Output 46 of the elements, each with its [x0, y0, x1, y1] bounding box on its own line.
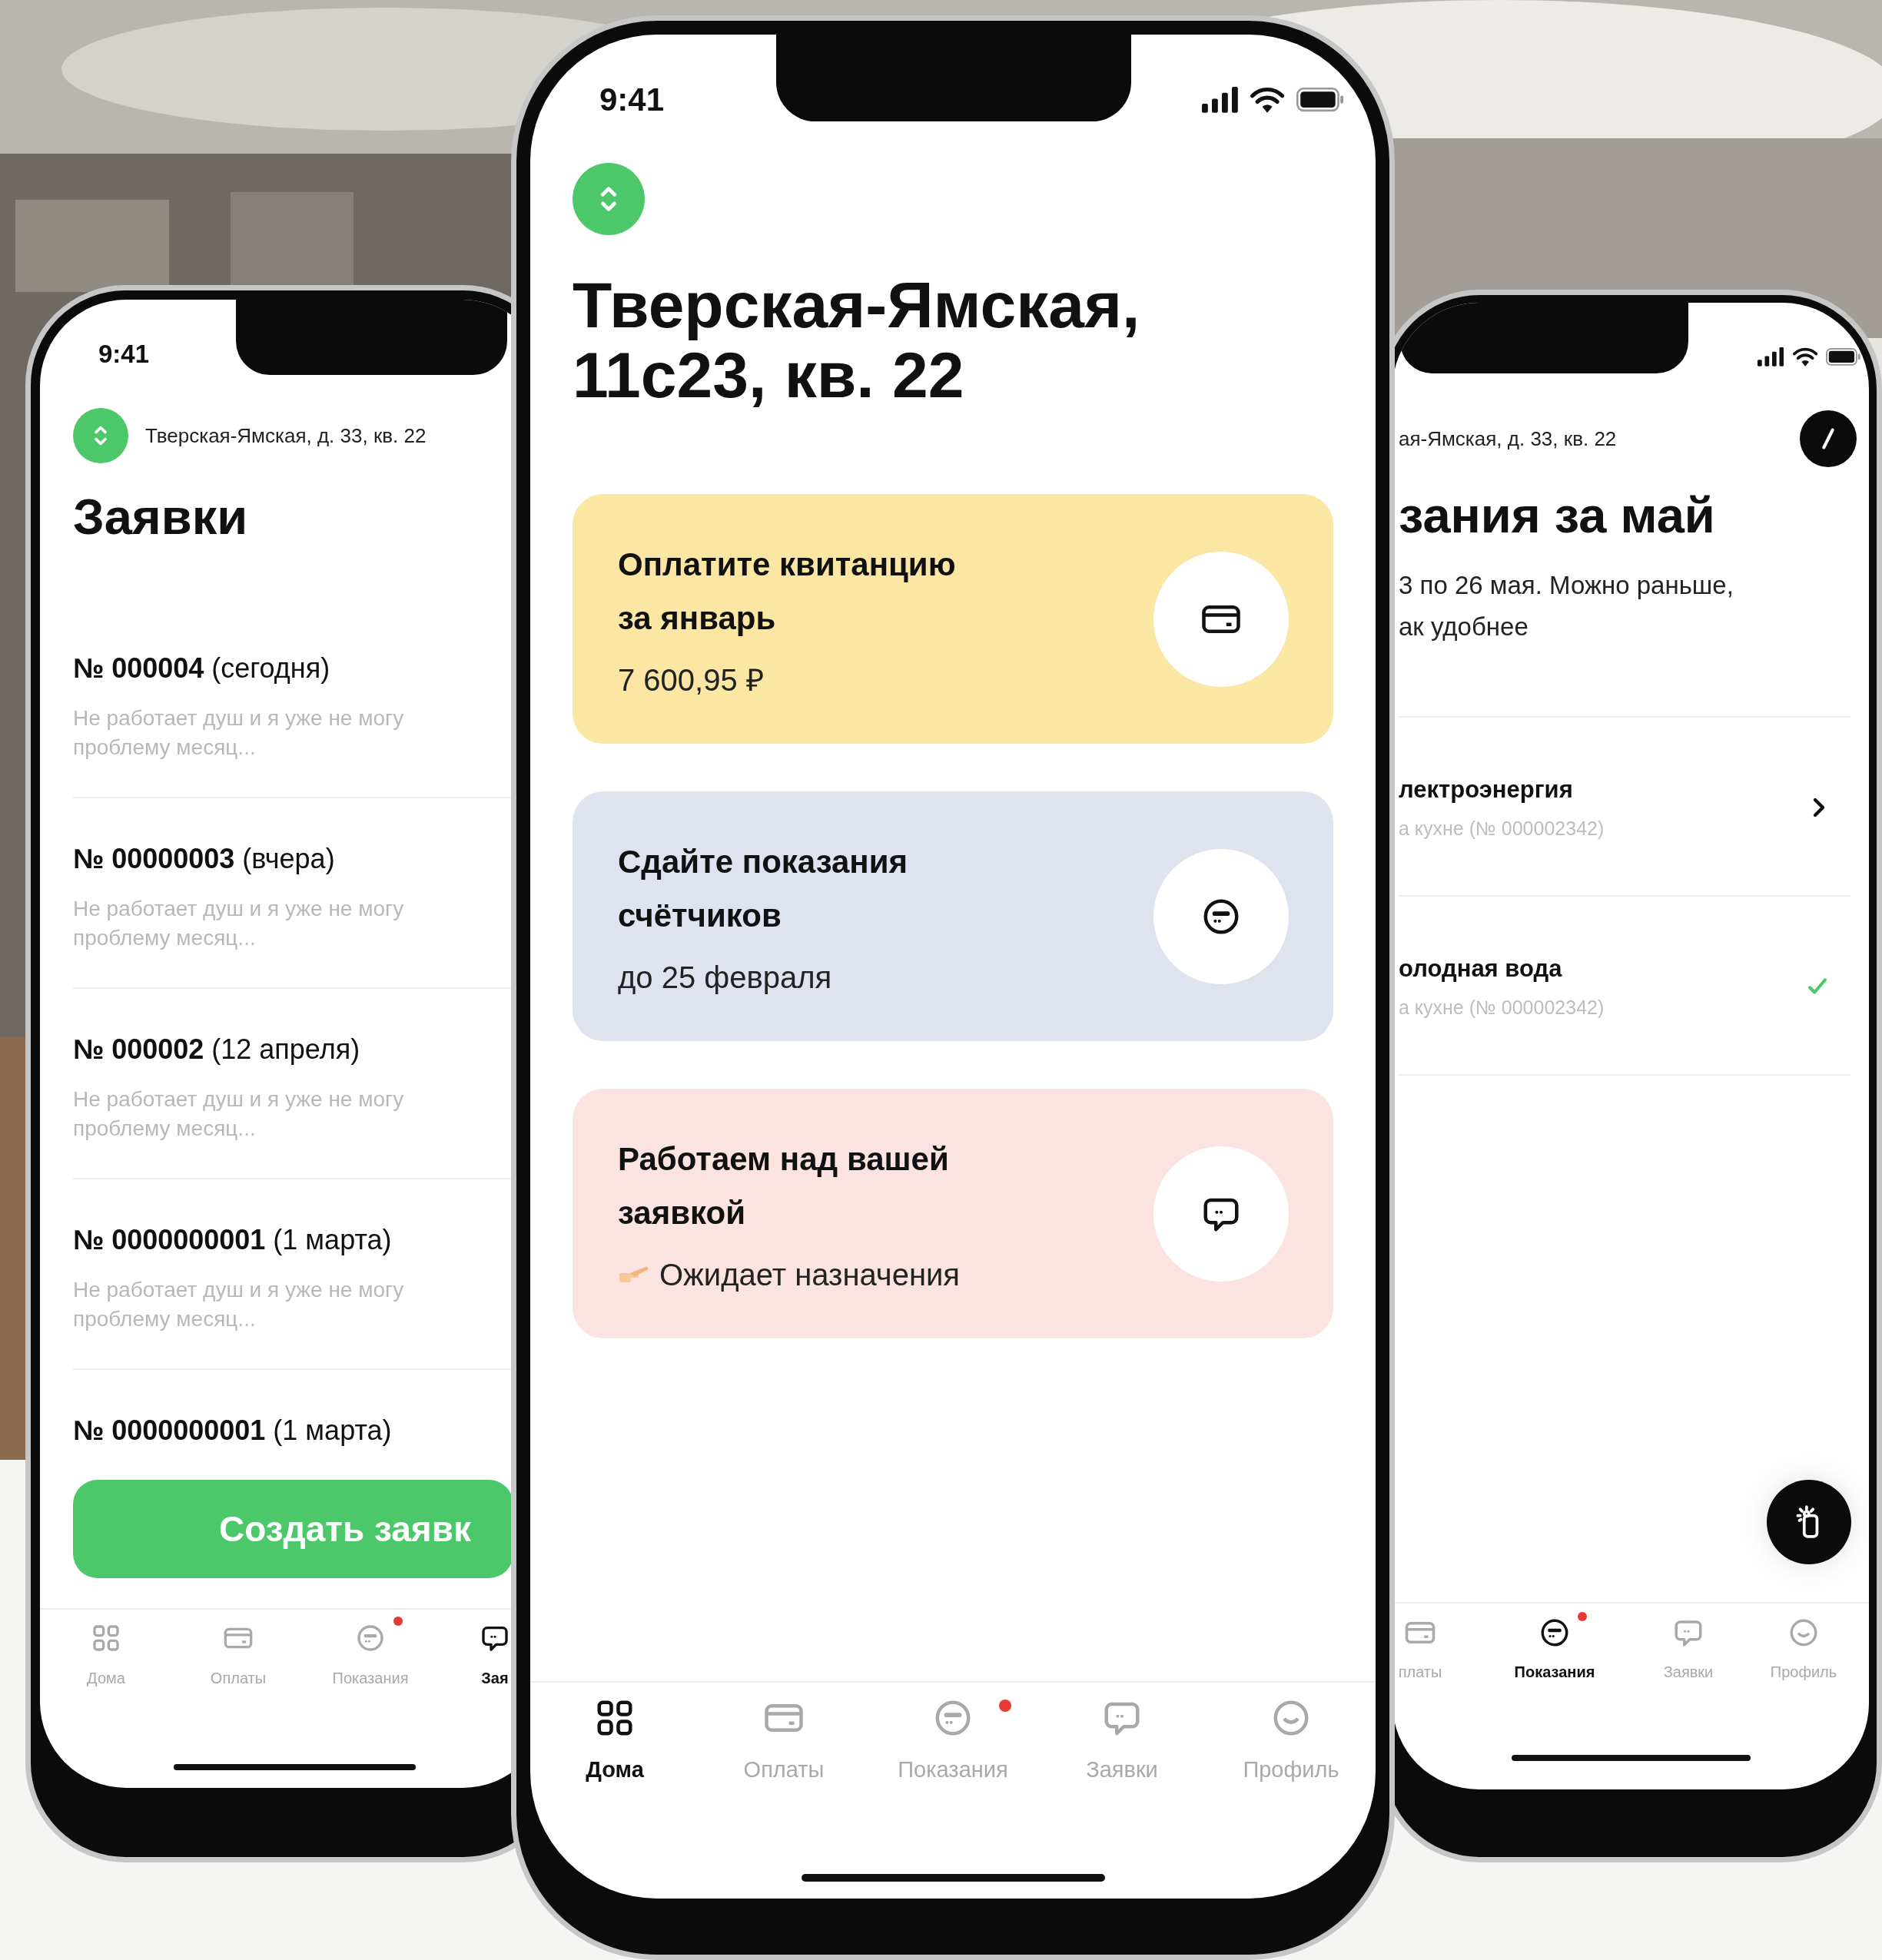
card-subtitle: до 25 февраля: [618, 960, 832, 995]
request-description: Не работает душ и я уже не могу проблему месяц...: [73, 1277, 405, 1332]
page-title: Заявки: [73, 488, 249, 546]
notification-dot: [1578, 1612, 1587, 1621]
request-description: Не работает душ и я уже не могу проблему месяц...: [73, 896, 405, 951]
address-text: Тверская-Ямская, д. 33, кв. 22: [145, 423, 427, 448]
request-title[interactable]: № 0000000001 (1 марта): [73, 1223, 513, 1257]
request-description: Не работает душ и я уже не могу проблему месяц...: [73, 1086, 405, 1142]
meter-title: лектроэнергия: [1399, 775, 1574, 804]
battery-icon: [1296, 88, 1344, 112]
tab-bar-item[interactable]: Показания: [1488, 1609, 1621, 1686]
tab-bar-item[interactable]: Дома: [530, 1690, 699, 1796]
status-time: 9:41: [599, 81, 665, 118]
meter-location: а кухне (№ 000002342): [1399, 817, 1605, 840]
card-subtitle: 7 600,95 ₽: [618, 662, 764, 698]
card-title: Оплатите квитанцию за январь: [618, 546, 956, 638]
card-title: Работаем над вашей заявкой: [618, 1140, 950, 1232]
task-card[interactable]: Оплатите квитанцию за январь 7 600,95 ₽: [573, 494, 1333, 744]
notification-dot: [999, 1700, 1011, 1712]
page-title: зания за май: [1399, 486, 1716, 545]
request-title[interactable]: № 0000000001 (1 марта): [73, 1414, 513, 1448]
request-title[interactable]: № 000004 (сегодня): [73, 652, 513, 685]
battery-icon: [1826, 348, 1861, 366]
request-description: Не работает душ и я уже не могу проблему месяц...: [73, 705, 405, 761]
meter-title: олодная вода: [1399, 954, 1563, 983]
notification-dot: [393, 1617, 403, 1626]
task-card[interactable]: Сдайте показания счётчиков до 25 февраля: [573, 791, 1333, 1041]
signal-icon: [1202, 87, 1239, 113]
card-subtitle: Ожидает назначения: [659, 1257, 960, 1292]
grid-icon: [91, 1623, 121, 1653]
wifi-icon: [1792, 347, 1817, 366]
status-time: 9:41: [98, 339, 150, 369]
request-title[interactable]: № 000002 (12 апреля): [73, 1033, 513, 1066]
tab-bar-item[interactable]: Зая: [480, 1615, 510, 1693]
meter-icon: [355, 1623, 386, 1653]
meter-row[interactable]: олодная вода а кухне (№ 000002342): [1399, 897, 1850, 1076]
address-title: Тверская-Ямская, 11с23, кв. 22: [573, 270, 1141, 410]
card-title: Сдайте показания счётчиков: [618, 843, 908, 935]
signal-icon: [1758, 347, 1784, 366]
request-title[interactable]: № 00000003 (вчера): [73, 842, 513, 876]
meter-location: а кухне (№ 000002342): [1399, 996, 1605, 1019]
wifi-icon: [1250, 87, 1284, 113]
task-card[interactable]: Работаем над вашей заявкой Ожидает назначения: [573, 1089, 1333, 1338]
page-description: 3 по 26 мая. Можно раньше, ак удобнее: [1399, 570, 1734, 642]
address-text: ая-Ямская, д. 33, кв. 22: [1399, 426, 1617, 451]
meter-row[interactable]: лектроэнергия а кухне (№ 000002342): [1399, 718, 1850, 897]
